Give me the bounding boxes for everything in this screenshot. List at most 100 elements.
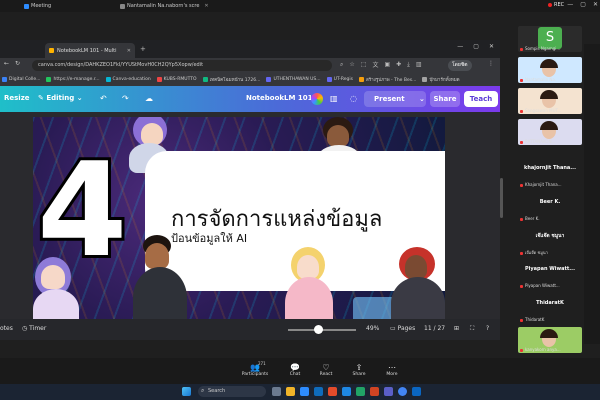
translate-icon[interactable]: 文 [372, 60, 378, 69]
present-button[interactable]: Present ⌄ [364, 91, 426, 107]
teams-icon[interactable] [384, 387, 393, 396]
undo-icon[interactable]: ↶ [100, 94, 107, 103]
chat-button[interactable]: 💬 Chat [280, 363, 310, 377]
extension-icon[interactable]: ⬚ [361, 61, 367, 68]
bookmark-item[interactable]: Canva-education [105, 77, 151, 82]
zoom-tab-screen-share[interactable]: Nantamalin Na.naborn's scre ✕ [120, 2, 209, 11]
bookmark-favicon-icon [105, 77, 111, 82]
screenshot-icon[interactable]: ▣ [384, 61, 390, 68]
bookmark-item[interactable]: UT-Regis [326, 77, 353, 82]
zoom-tab-meeting[interactable]: Meeting [24, 2, 51, 11]
character-top-left [141, 123, 163, 145]
puzzle-icon[interactable]: ✚ [396, 61, 401, 68]
fullscreen-icon[interactable]: ⛶ [470, 325, 474, 333]
back-icon[interactable]: ← [4, 60, 9, 67]
app-icon[interactable] [412, 387, 421, 396]
word-icon[interactable] [342, 387, 351, 396]
taskbar-search[interactable]: Search [198, 386, 266, 397]
file-explorer-icon[interactable] [286, 387, 295, 396]
windows-start-icon[interactable] [182, 387, 191, 396]
maximize-icon[interactable]: ▢ [473, 43, 479, 50]
close-tab-icon[interactable]: ✕ [127, 48, 131, 54]
grid-view-icon[interactable]: ⊞ [454, 325, 459, 332]
teach-button[interactable]: Teach [464, 91, 498, 107]
pages-button[interactable]: ▭ Pages [390, 325, 415, 332]
office-icon[interactable] [328, 387, 337, 396]
timer-button[interactable]: ◷ Timer [22, 325, 46, 332]
participant-video-hair [540, 329, 558, 338]
editing-button[interactable]: ✎ Editing ⌄ [38, 94, 83, 102]
sidebar-icon[interactable]: ▥ [416, 61, 422, 68]
share-screen-button[interactable]: ⇪ Share [344, 363, 374, 377]
edge-icon[interactable] [314, 387, 323, 396]
reload-icon[interactable]: ↻ [15, 60, 20, 67]
bookmark-item[interactable]: สร้างรูปภาพ - The Bes... [358, 76, 416, 83]
browser-tab-active[interactable]: NotebookLM 101 - Multi ✕ [45, 43, 135, 58]
chevron-down-icon: ⌄ [76, 94, 83, 102]
comment-icon[interactable]: ◌ [350, 94, 357, 103]
bookmark-item[interactable]: Digital Colle... [2, 77, 40, 82]
character-top-right [327, 125, 349, 147]
muted-mic-icon [520, 183, 523, 187]
muted-mic-icon [520, 251, 523, 255]
canvas-scrollbar[interactable] [500, 178, 503, 218]
share-button[interactable]: Share [430, 91, 460, 107]
user-avatar[interactable] [311, 93, 323, 105]
chat-icon: 💬 [290, 363, 300, 372]
participant-label: Piyapan Wiwatt... [520, 283, 560, 288]
bookmark-favicon-icon [202, 77, 208, 82]
muted-mic-icon [520, 78, 523, 82]
participant-video-hair [540, 90, 558, 99]
zoom-level[interactable]: 49% [366, 325, 379, 332]
bookmark-item[interactable]: บุ๊กมาร์กทั้งหมด [422, 76, 460, 83]
help-icon[interactable]: ? [486, 325, 489, 332]
analytics-icon[interactable]: ▥ [330, 94, 338, 103]
bookmark-item[interactable]: https://e-manage.r... [46, 77, 100, 82]
participant-label: Sangsawan MUT... [520, 108, 561, 113]
minimize-icon[interactable]: — [567, 1, 573, 8]
profile-chip[interactable]: โดยชิต [448, 60, 472, 71]
browser-extension-icons: ⌕ ☆ ⬚ 文 ▣ ✚ ⤓ ▥ [340, 60, 422, 70]
muted-mic-icon [520, 284, 523, 288]
menu-kebab-icon[interactable]: ⋮ [488, 60, 494, 67]
participant-name-large: ThidaratK [536, 300, 564, 306]
powerpoint-icon[interactable] [370, 387, 379, 396]
more-button[interactable]: ⋯ More [377, 363, 407, 377]
character-center-man-body [133, 267, 187, 327]
chrome-icon[interactable] [398, 387, 407, 396]
url-input[interactable]: canva.com/design/DAHKZEO1FkI/YYUStMovH0C… [32, 60, 332, 71]
minimize-icon[interactable]: — [457, 43, 463, 50]
bookmark-item[interactable]: เทคนิคโฉมหน้าน 1726... [202, 76, 260, 83]
bookmark-item[interactable]: UTHENTHAWAN US... [266, 77, 321, 82]
document-title[interactable]: NotebookLM 101 [246, 94, 313, 102]
participant-label: Sompis Ngamgi... [520, 46, 560, 51]
excel-icon[interactable] [356, 387, 365, 396]
muted-mic-icon [520, 318, 523, 322]
bookmark-favicon-icon [2, 77, 7, 82]
timer-icon: ◷ [22, 325, 28, 332]
close-icon[interactable]: ✕ [593, 1, 598, 8]
maximize-icon[interactable]: ▢ [580, 1, 586, 8]
canva-favicon-icon [49, 48, 54, 53]
bookmark-item[interactable]: KUBS-RMUTTO [156, 77, 197, 82]
close-icon[interactable]: ✕ [204, 2, 208, 11]
react-button[interactable]: ♡ React [311, 363, 341, 377]
download-icon[interactable]: ⤓ [407, 61, 410, 69]
zoom-app-icon[interactable] [300, 387, 309, 396]
notes-button[interactable]: otes [0, 325, 13, 332]
cloud-save-icon[interactable]: ☁ [145, 94, 153, 103]
bookmark-favicon-icon [156, 77, 162, 82]
bookmark-star-icon[interactable]: ☆ [349, 61, 354, 68]
resize-button[interactable]: Resize [4, 94, 30, 102]
close-icon[interactable]: ✕ [489, 43, 494, 50]
share-arrow-icon: ⇪ [355, 363, 363, 372]
zoom-slider-handle[interactable] [314, 325, 323, 334]
bookmarks-bar: Digital Colle... https://e-manage.r... Can… [0, 73, 500, 86]
slide-canvas[interactable]: 4 การจัดการแหล่งข้อมูล ป้อนข้อมูลให้ AI [33, 117, 445, 327]
muted-mic-icon [520, 217, 523, 221]
task-view-icon[interactable] [272, 387, 281, 396]
participant-label: ThidaratK [520, 317, 544, 322]
new-tab-icon[interactable]: + [140, 45, 146, 53]
redo-icon[interactable]: ↷ [122, 94, 129, 103]
zoom-lens-icon[interactable]: ⌕ [340, 61, 343, 69]
